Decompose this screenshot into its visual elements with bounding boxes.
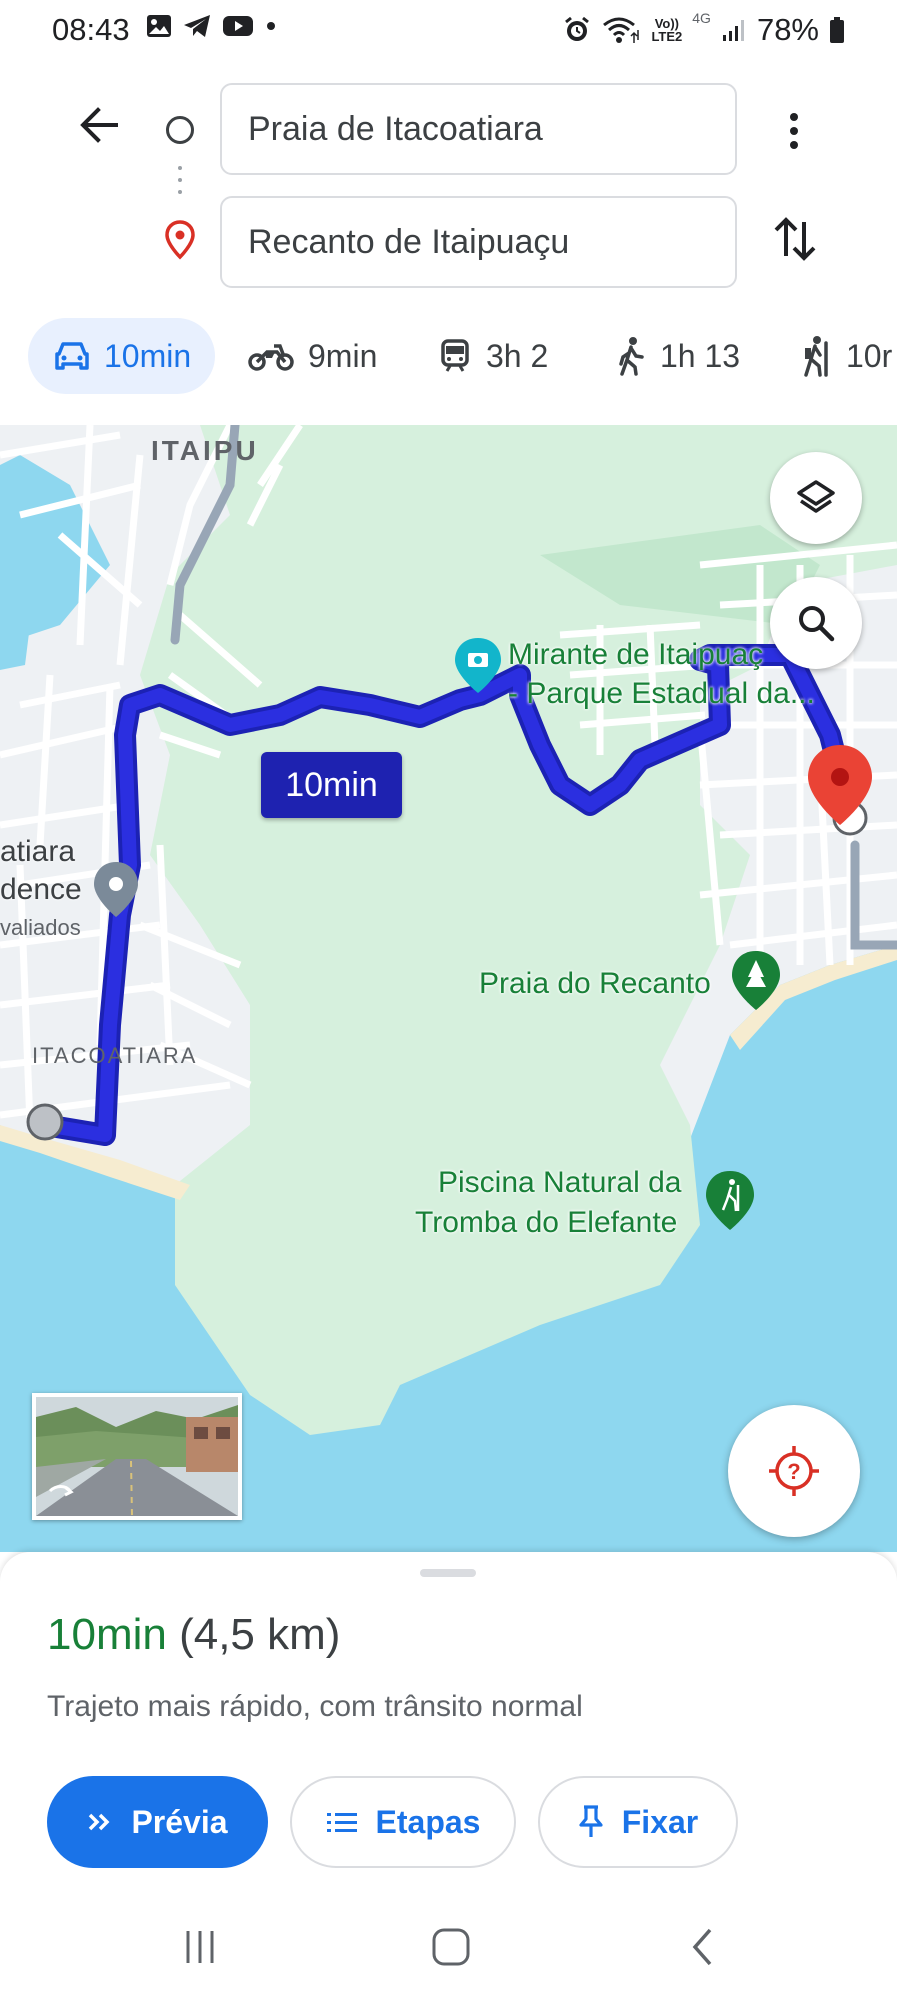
search-along-route-button[interactable] [770, 577, 862, 669]
layers-icon [797, 480, 835, 513]
origin-input[interactable]: Praia de Itacoatiara [220, 83, 737, 175]
train-icon [441, 339, 469, 372]
steps-button[interactable]: Etapas [290, 1776, 516, 1868]
pushpin-icon [579, 1805, 603, 1837]
status-bar: 08:43 Vo)) LTE2 4G 78% [0, 0, 897, 62]
route-description: Trajeto mais rápido, com trânsito normal [47, 1690, 583, 1723]
walk-icon [619, 337, 644, 376]
back-button[interactable] [76, 102, 130, 156]
home-icon [432, 1928, 470, 1966]
district-label-itaipu: ITAIPU [151, 435, 259, 466]
layers-button[interactable] [770, 452, 862, 544]
search-icon [799, 606, 835, 642]
route-time-chip[interactable]: 10min [261, 752, 402, 818]
dot-icon [267, 22, 275, 30]
origin-dot-icon [166, 116, 194, 144]
system-navigation-bar [0, 1892, 897, 2000]
system-icons: Vo)) LTE2 4G 78% [563, 10, 845, 48]
route-distance: (4,5 km) [179, 1610, 341, 1659]
motorcycle-icon [248, 344, 294, 371]
destination-pin-icon [164, 220, 196, 265]
alarm-icon [565, 16, 590, 41]
poi-piscina-line2[interactable]: Tromba do Elefante [415, 1206, 677, 1240]
mode-motorcycle-tab[interactable]: 9min [248, 318, 377, 394]
list-icon [326, 1813, 357, 1832]
poi-praia-recanto[interactable]: Praia do Recanto [479, 967, 711, 1001]
swap-vert-icon [774, 217, 816, 261]
directions-header: Praia de Itacoatiara Recanto de Itaipuaç… [0, 62, 897, 312]
mode-hike-tab[interactable]: 10r [800, 318, 892, 394]
map-canvas [0, 425, 897, 1552]
svg-text:?: ? [787, 1459, 800, 1484]
arrow-back-icon [80, 107, 118, 143]
partial-place-line2[interactable]: dence [0, 873, 82, 907]
battery-percent: 78% [756, 12, 819, 47]
route-dots [178, 166, 182, 206]
volte-indicator: Vo)) LTE2 [651, 16, 683, 44]
notification-icons [146, 14, 278, 38]
partial-place-line1[interactable]: atiara [0, 835, 75, 869]
origin-marker[interactable] [26, 1103, 64, 1141]
home-button[interactable] [421, 1922, 481, 1972]
pin-button[interactable]: Fixar [538, 1776, 738, 1868]
route-bottom-sheet[interactable]: 10min (4,5 km) Trajeto mais rápido, com … [0, 1552, 897, 1892]
street-view-image [36, 1397, 238, 1516]
sheet-drag-handle[interactable] [420, 1569, 476, 1577]
poi-mirante-line1[interactable]: Mirante de Itaipuaç [508, 638, 763, 672]
swap-button[interactable] [768, 212, 822, 266]
status-time: 08:43 [52, 12, 130, 47]
mode-transit-tab[interactable]: 3h 2 [438, 318, 548, 394]
district-label-itacoatiara: ITACOATIARA [32, 1043, 198, 1068]
signal-icon [722, 20, 744, 41]
network-type: 4G [692, 10, 711, 26]
partial-place-line3: valiados [0, 915, 81, 940]
more-vert-icon [790, 113, 798, 149]
route-map[interactable]: ITAIPU ITACOATIARA atiara dence valiados… [0, 425, 897, 1552]
mode-walk-tab[interactable]: 1h 13 [616, 318, 740, 394]
destination-input[interactable]: Recanto de Itaipuaçu [220, 196, 737, 288]
wifi-icon [603, 17, 640, 43]
poi-mirante-line2[interactable]: - Parque Estadual da... [508, 677, 815, 711]
travel-mode-bar: 10min 9min 3h 2 1h 13 10r [0, 312, 897, 422]
mode-car-tab[interactable]: 10min [28, 318, 216, 394]
more-options-button[interactable] [776, 107, 812, 155]
double-chevron-icon [89, 1813, 110, 1831]
preview-button[interactable]: Prévia [47, 1776, 268, 1868]
battery-icon [830, 17, 844, 43]
street-view-thumbnail[interactable] [32, 1393, 242, 1520]
route-summary: 10min (4,5 km) [47, 1610, 340, 1660]
back-nav-icon [692, 1928, 712, 1966]
my-location-button[interactable]: ? [728, 1405, 860, 1537]
telegram-icon [184, 15, 210, 37]
hiking-icon [804, 336, 828, 377]
recents-button[interactable] [170, 1922, 230, 1972]
location-unknown-icon: ? [769, 1446, 819, 1496]
poi-piscina-line1[interactable]: Piscina Natural da [438, 1166, 681, 1200]
back-nav-button[interactable] [673, 1922, 733, 1972]
route-duration: 10min [47, 1610, 167, 1659]
youtube-icon [223, 16, 253, 36]
recents-icon [186, 1931, 214, 1963]
car-icon [55, 342, 89, 370]
gallery-icon [147, 15, 171, 37]
